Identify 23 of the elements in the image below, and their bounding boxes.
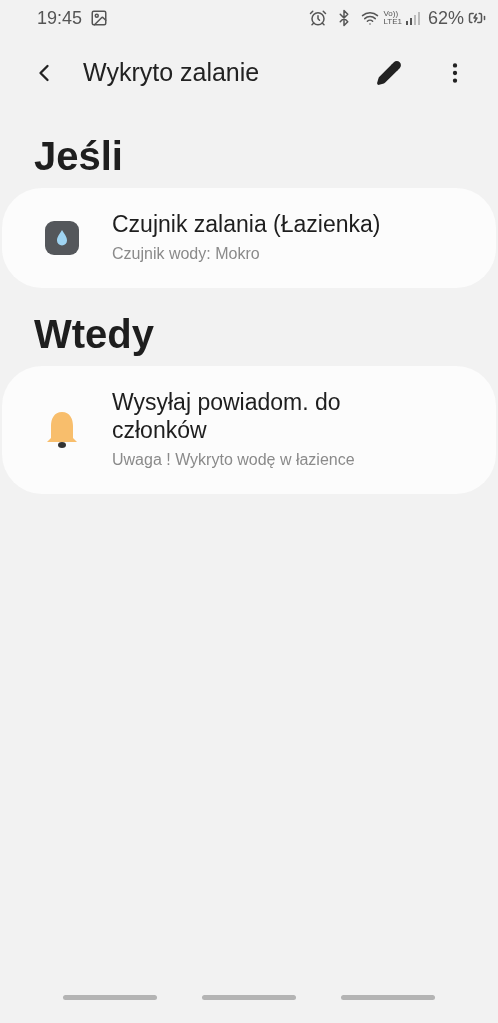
- page-title: Wykryto zalanie: [83, 57, 261, 89]
- edit-icon[interactable]: [376, 60, 402, 86]
- automation-card[interactable]: Wysyłaj powiadom. do członków Uwaga ! Wykryto wodę w łazience: [2, 366, 496, 494]
- image-icon: [90, 9, 109, 27]
- nav-handle[interactable]: [63, 995, 157, 1000]
- automation-card[interactable]: Czujnik zalania (Łazienka) Czujnik wody: Mokro: [2, 188, 496, 288]
- signal-icon: [405, 11, 420, 25]
- bell-icon: [45, 410, 79, 450]
- battery-percent: 62%: [427, 6, 464, 30]
- wifi-icon: [361, 9, 380, 27]
- nav-handle[interactable]: [202, 995, 296, 1000]
- alarm-icon: [309, 9, 328, 27]
- card-subtitle: Uwaga ! Wykryto wodę w łazience: [112, 450, 356, 470]
- card-subtitle: Czujnik wody: Mokro: [112, 244, 261, 264]
- card-title: Czujnik zalania (Łazienka): [112, 210, 382, 238]
- card-title: Wysyłaj powiadom. do członków: [112, 388, 342, 444]
- lte-label: LTE1: [383, 18, 402, 26]
- volte-label: Vo)): [383, 10, 399, 18]
- section-heading: Jeśli: [33, 133, 124, 180]
- status-time: 19:45: [37, 6, 83, 30]
- nav-handle[interactable]: [341, 995, 435, 1000]
- water-drop-icon: [45, 221, 79, 255]
- section-heading: Wtedy: [33, 311, 155, 358]
